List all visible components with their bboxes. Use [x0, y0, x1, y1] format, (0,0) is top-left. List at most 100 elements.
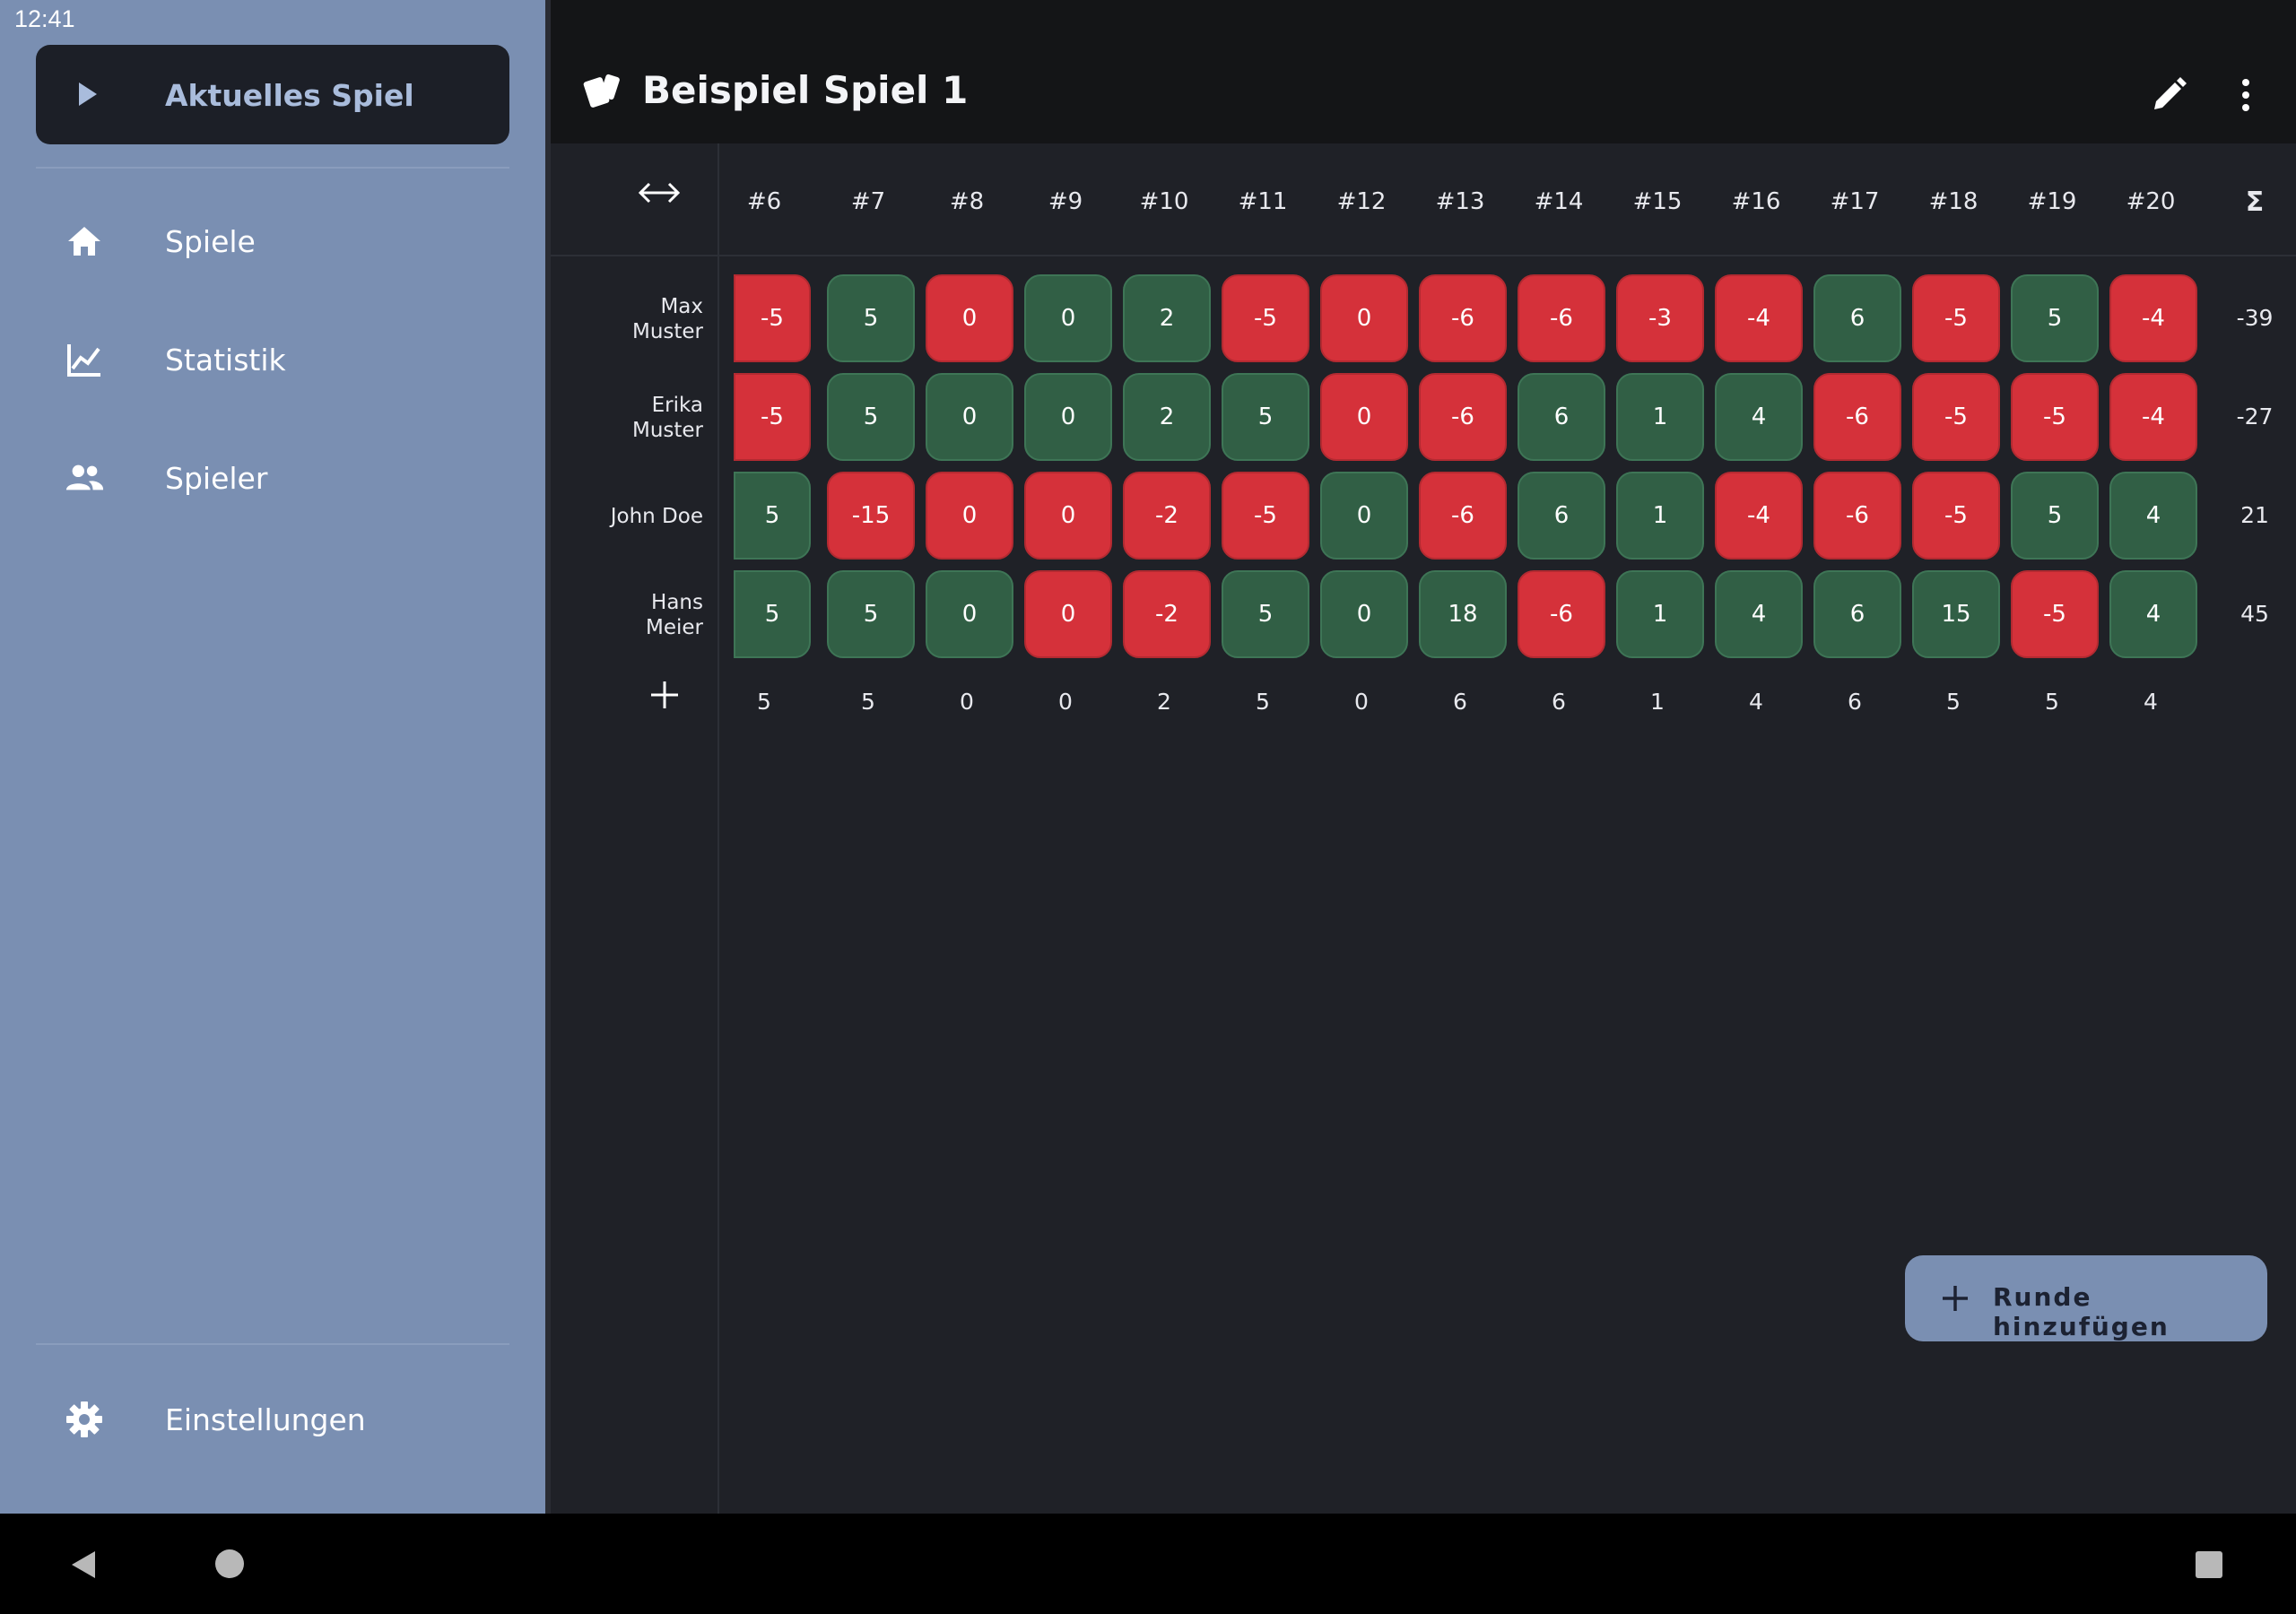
- score-cell[interactable]: -5: [1222, 472, 1309, 560]
- sidebar-item-spieler[interactable]: Spieler: [36, 429, 509, 527]
- score-cell[interactable]: 0: [1320, 570, 1408, 658]
- add-player-button[interactable]: [649, 680, 680, 714]
- back-icon[interactable]: [70, 1549, 97, 1584]
- round-header[interactable]: #15: [1613, 188, 1702, 215]
- score-cell[interactable]: 4: [1715, 373, 1803, 461]
- sidebar-item-statistik[interactable]: Statistik: [36, 310, 509, 409]
- score-cell[interactable]: 18: [1419, 570, 1507, 658]
- round-header[interactable]: #13: [1415, 188, 1505, 215]
- round-header[interactable]: #8: [922, 188, 1012, 215]
- score-cell[interactable]: 6: [1518, 472, 1605, 560]
- round-footer-value: 5: [1256, 689, 1270, 715]
- score-cell[interactable]: 5: [734, 472, 811, 560]
- score-cell[interactable]: 0: [926, 570, 1013, 658]
- score-cell[interactable]: 5: [1222, 570, 1309, 658]
- sidebar-item-einstellungen[interactable]: Einstellungen: [36, 1370, 509, 1469]
- score-cell[interactable]: 2: [1123, 373, 1211, 461]
- score-cell[interactable]: -6: [1813, 472, 1901, 560]
- round-header[interactable]: #16: [1711, 188, 1801, 215]
- round-header[interactable]: #18: [1909, 188, 1998, 215]
- round-header[interactable]: #14: [1514, 188, 1604, 215]
- score-cell[interactable]: 0: [1024, 472, 1112, 560]
- player-name[interactable]: Erika Muster: [569, 393, 703, 443]
- score-cell[interactable]: -5: [2011, 570, 2099, 658]
- score-cell[interactable]: -2: [1123, 472, 1211, 560]
- score-cell[interactable]: -2: [1123, 570, 1211, 658]
- player-name[interactable]: John Doe: [569, 504, 703, 529]
- sidebar-item-spiele[interactable]: Spiele: [36, 192, 509, 291]
- pencil-icon: [2151, 77, 2187, 117]
- player-total: -27: [2236, 404, 2274, 430]
- round-header[interactable]: #9: [1021, 188, 1110, 215]
- score-cell[interactable]: 5: [827, 570, 915, 658]
- score-cell[interactable]: 15: [1912, 570, 2000, 658]
- score-cell[interactable]: -5: [1912, 274, 2000, 362]
- edit-button[interactable]: [2144, 72, 2194, 122]
- score-cell[interactable]: 4: [2109, 570, 2197, 658]
- score-cell[interactable]: -5: [1912, 373, 2000, 461]
- round-footer-value: 6: [1453, 689, 1467, 715]
- system-navigation-bar: [0, 1514, 2296, 1614]
- player-name[interactable]: Max Muster: [569, 294, 703, 344]
- score-cell[interactable]: 5: [2011, 274, 2099, 362]
- home-button[interactable]: [215, 1549, 244, 1578]
- score-cell[interactable]: 5: [827, 373, 915, 461]
- score-cell[interactable]: -6: [1518, 570, 1605, 658]
- round-header[interactable]: #20: [2106, 188, 2196, 215]
- round-header[interactable]: #17: [1810, 188, 1900, 215]
- score-cell[interactable]: -6: [1518, 274, 1605, 362]
- score-cell[interactable]: 1: [1616, 472, 1704, 560]
- score-cell[interactable]: -4: [2109, 373, 2197, 461]
- score-cell[interactable]: 5: [827, 274, 915, 362]
- score-cell[interactable]: -15: [827, 472, 915, 560]
- score-cell[interactable]: -6: [1419, 274, 1507, 362]
- score-cell[interactable]: 6: [1813, 274, 1901, 362]
- add-round-button[interactable]: Runde hinzufügen: [1905, 1255, 2267, 1341]
- score-cell[interactable]: -5: [1912, 472, 2000, 560]
- score-cell[interactable]: -6: [1813, 373, 1901, 461]
- player-name[interactable]: Hans Meier: [569, 590, 703, 640]
- score-cell[interactable]: 0: [1320, 274, 1408, 362]
- score-cell[interactable]: 1: [1616, 373, 1704, 461]
- score-cell[interactable]: -5: [1222, 274, 1309, 362]
- swap-horiz-icon[interactable]: [638, 181, 681, 208]
- score-cell[interactable]: -6: [1419, 373, 1507, 461]
- score-cell[interactable]: 4: [2109, 472, 2197, 560]
- score-cell[interactable]: 5: [1222, 373, 1309, 461]
- score-cell[interactable]: 0: [1024, 570, 1112, 658]
- score-cell[interactable]: 0: [926, 274, 1013, 362]
- score-cell[interactable]: 1: [1616, 570, 1704, 658]
- score-cell[interactable]: 0: [1320, 373, 1408, 461]
- more-options-button[interactable]: [2228, 72, 2264, 122]
- score-cell[interactable]: -4: [1715, 274, 1803, 362]
- player-name-line: Hans: [651, 591, 703, 614]
- score-cell[interactable]: 6: [1813, 570, 1901, 658]
- score-cell[interactable]: 0: [1024, 373, 1112, 461]
- player-name-line: Muster: [631, 320, 703, 343]
- round-header[interactable]: #19: [2007, 188, 2097, 215]
- round-header[interactable]: #6: [719, 188, 809, 215]
- recents-button[interactable]: [2196, 1551, 2222, 1578]
- score-cell[interactable]: -3: [1616, 274, 1704, 362]
- score-cell[interactable]: -5: [734, 373, 811, 461]
- score-cell[interactable]: 5: [734, 570, 811, 658]
- score-cell[interactable]: -5: [734, 274, 811, 362]
- round-header[interactable]: #10: [1119, 188, 1209, 215]
- round-header[interactable]: #11: [1218, 188, 1308, 215]
- score-cell[interactable]: 4: [1715, 570, 1803, 658]
- score-cell[interactable]: 5: [2011, 472, 2099, 560]
- round-header[interactable]: #12: [1317, 188, 1406, 215]
- score-cell[interactable]: 6: [1518, 373, 1605, 461]
- score-cell[interactable]: -5: [2011, 373, 2099, 461]
- score-cell[interactable]: -4: [1715, 472, 1803, 560]
- score-cell[interactable]: 0: [1320, 472, 1408, 560]
- score-cell[interactable]: 0: [926, 373, 1013, 461]
- current-game-button[interactable]: Aktuelles Spiel: [36, 45, 509, 144]
- score-cell[interactable]: 0: [926, 472, 1013, 560]
- round-header[interactable]: #7: [823, 188, 913, 215]
- status-time: 12:41: [14, 5, 75, 32]
- score-cell[interactable]: 2: [1123, 274, 1211, 362]
- score-cell[interactable]: 0: [1024, 274, 1112, 362]
- score-cell[interactable]: -4: [2109, 274, 2197, 362]
- score-cell[interactable]: -6: [1419, 472, 1507, 560]
